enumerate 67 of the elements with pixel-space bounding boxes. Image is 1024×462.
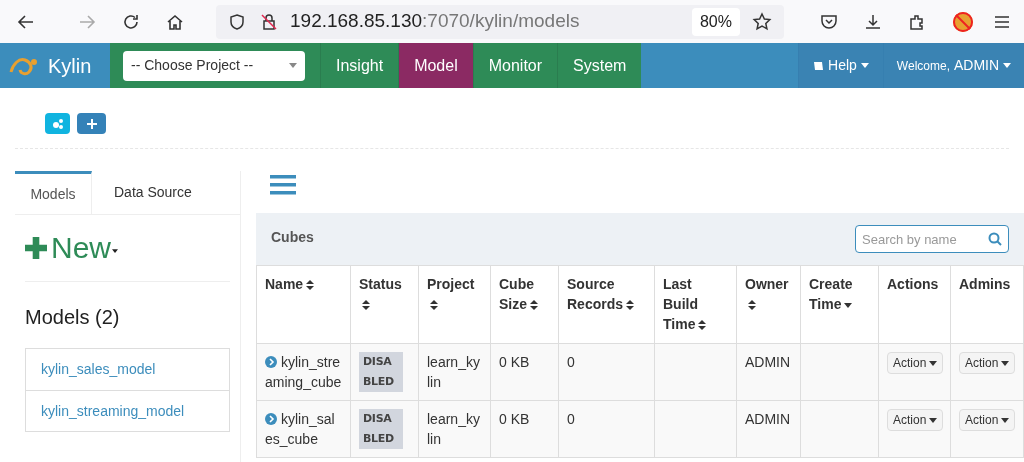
column-header[interactable]: Actions xyxy=(887,274,942,294)
action-dropdown[interactable]: Action xyxy=(887,352,944,374)
caret-icon xyxy=(112,249,118,253)
status-badge: DISABLED xyxy=(359,409,403,449)
panel-title: Cubes xyxy=(271,228,314,247)
column-header[interactable]: Admins xyxy=(959,274,1015,294)
caret-icon xyxy=(289,63,297,68)
puzzle-icon[interactable] xyxy=(908,12,926,31)
menu-icon[interactable] xyxy=(270,174,296,196)
sort-icon xyxy=(530,300,538,310)
table-cell: ADMIN xyxy=(745,411,791,427)
brand[interactable]: Kylin xyxy=(0,43,110,88)
sort-icon xyxy=(430,300,438,310)
table-cell: learn_kylin xyxy=(427,354,480,390)
search-icon xyxy=(988,232,1002,246)
action-dropdown[interactable]: Action xyxy=(887,409,944,431)
status-badge: DISABLED xyxy=(359,352,403,392)
zoom-badge[interactable]: 80% xyxy=(691,7,740,36)
nav-tab[interactable]: System xyxy=(557,43,642,88)
sidebar-tab[interactable]: Models xyxy=(15,171,92,214)
caret-icon xyxy=(1003,63,1012,68)
models-heading: Models (2) xyxy=(25,305,121,330)
project-select[interactable]: -- Choose Project -- xyxy=(123,50,305,81)
caret-icon xyxy=(1001,360,1010,366)
address-bar[interactable]: 192.168.85.130:7070/kylin/models 80% xyxy=(216,4,784,39)
add-button[interactable] xyxy=(77,113,106,134)
menu-icon[interactable] xyxy=(994,13,1010,30)
sort-icon xyxy=(626,300,635,310)
model-link[interactable]: kylin_sales_model xyxy=(26,349,229,390)
back-icon[interactable] xyxy=(17,12,35,31)
shield-icon xyxy=(228,12,246,31)
table-cell: learn_kylin xyxy=(427,411,480,447)
insecure-lock-icon xyxy=(260,12,278,31)
table-cell: 0 KB xyxy=(499,354,530,370)
model-link[interactable]: kylin_streaming_model xyxy=(26,390,229,431)
sort-icon xyxy=(698,320,707,330)
url-text: 192.168.85.130:7070/kylin/models xyxy=(290,9,580,34)
action-dropdown[interactable]: Action xyxy=(959,352,1016,374)
plus-icon xyxy=(86,118,97,129)
expand-icon[interactable] xyxy=(265,356,277,368)
table-cell: 0 KB xyxy=(499,411,530,427)
sort-icon xyxy=(362,300,370,310)
new-button[interactable]: New xyxy=(25,233,118,263)
nav-tab[interactable]: Insight xyxy=(320,43,399,88)
search-field[interactable]: Search by name xyxy=(855,225,1009,253)
table-cell: 0 xyxy=(567,411,575,427)
sidebar-tab[interactable]: Data Source xyxy=(92,171,214,214)
blocked-extension-icon[interactable] xyxy=(952,10,974,33)
plus-icon xyxy=(25,237,47,259)
caret-icon xyxy=(1001,417,1010,423)
table-cell: 0 xyxy=(567,354,575,370)
reload-icon[interactable] xyxy=(122,12,140,31)
caret-icon xyxy=(860,63,869,68)
sort-icon xyxy=(748,300,756,310)
nav-tab[interactable]: Model xyxy=(398,43,473,88)
expand-icon[interactable] xyxy=(265,413,277,425)
pocket-icon[interactable] xyxy=(820,12,838,31)
caret-icon xyxy=(929,360,938,366)
table-cell: ADMIN xyxy=(745,354,791,370)
action-dropdown[interactable]: Action xyxy=(959,409,1016,431)
nav-tab[interactable]: Monitor xyxy=(472,43,558,88)
download-icon[interactable] xyxy=(864,12,882,31)
sort-descending-icon xyxy=(844,302,853,308)
star-icon[interactable] xyxy=(752,11,772,32)
sort-icon xyxy=(306,280,315,290)
caret-icon xyxy=(929,417,938,423)
home-icon[interactable] xyxy=(166,12,184,31)
